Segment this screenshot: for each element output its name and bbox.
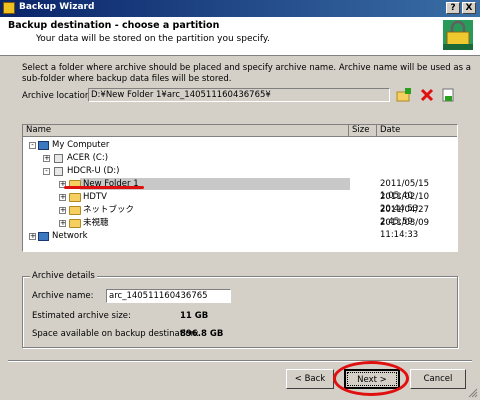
expand-toggle[interactable]: + [43,155,50,162]
archive-details-title: Archive details [30,271,97,281]
close-button[interactable]: X [462,2,476,14]
header-subtitle: Your data will be stored on the partitio… [36,34,270,44]
header-title: Backup destination - choose a partition [8,20,220,31]
tree-node-hdcr[interactable]: HDCR-U (D:) [67,165,119,177]
new-folder-icon[interactable] [396,87,412,103]
red-underline-annotation [64,186,144,189]
expand-toggle[interactable]: + [29,233,36,240]
folder-icon [69,219,81,228]
space-available-label: Space available on backup destination: [32,329,199,339]
tree-node-acer[interactable]: ACER (C:) [67,152,108,164]
cancel-button[interactable]: Cancel [410,369,466,389]
column-date[interactable]: Date [377,125,457,137]
app-icon [3,2,15,14]
separator [8,360,472,362]
red-circle-annotation [333,361,409,396]
expand-toggle[interactable]: + [59,194,66,201]
tree-node-hdtv[interactable]: HDTV [83,191,107,203]
date-cell: 2011/03/09 11:14:33 [380,218,429,240]
column-name[interactable]: Name [23,125,349,137]
estimated-size-label: Estimated archive size: [32,311,131,321]
collapse-toggle[interactable]: - [43,168,50,175]
title-bar: Backup Wizard ? X [0,0,480,17]
expand-toggle[interactable]: + [59,220,66,227]
archive-location-field[interactable]: D:¥New Folder 1¥arc_140511160436765¥ [88,88,390,102]
folder-icon [69,206,81,215]
collapse-toggle[interactable]: - [29,142,36,149]
column-size[interactable]: Size [349,125,377,137]
description-text: Select a folder where archive should be … [22,63,471,84]
tree-node-my-computer[interactable]: My Computer [52,139,109,151]
drive-icon [54,167,63,176]
window-title: Backup Wizard [19,2,95,12]
delete-icon[interactable] [419,87,435,103]
expand-toggle[interactable]: + [59,207,66,214]
tree-node-network[interactable]: Network [52,230,88,242]
computer-icon [38,141,49,150]
archive-name-label: Archive name: [32,291,94,301]
wizard-header: Backup destination - choose a partition … [0,17,480,56]
tree-node-netbook[interactable]: ネットブック [83,204,134,216]
archive-location-label: Archive location: [22,91,94,101]
back-button[interactable]: < Back [286,369,334,389]
drive-icon [54,154,63,163]
network-icon [38,232,49,241]
wizard-logo-icon [443,20,473,50]
resize-grip-icon[interactable] [468,388,478,398]
estimated-size-value: 11 GB [180,311,209,321]
help-button[interactable]: ? [446,2,460,14]
properties-icon[interactable] [440,87,456,103]
folder-icon [69,193,81,202]
archive-name-input[interactable]: arc_140511160436765 [106,289,231,303]
tree-node-unwatched[interactable]: 未視聴 [83,217,109,229]
space-available-value: 896.8 GB [180,329,224,339]
